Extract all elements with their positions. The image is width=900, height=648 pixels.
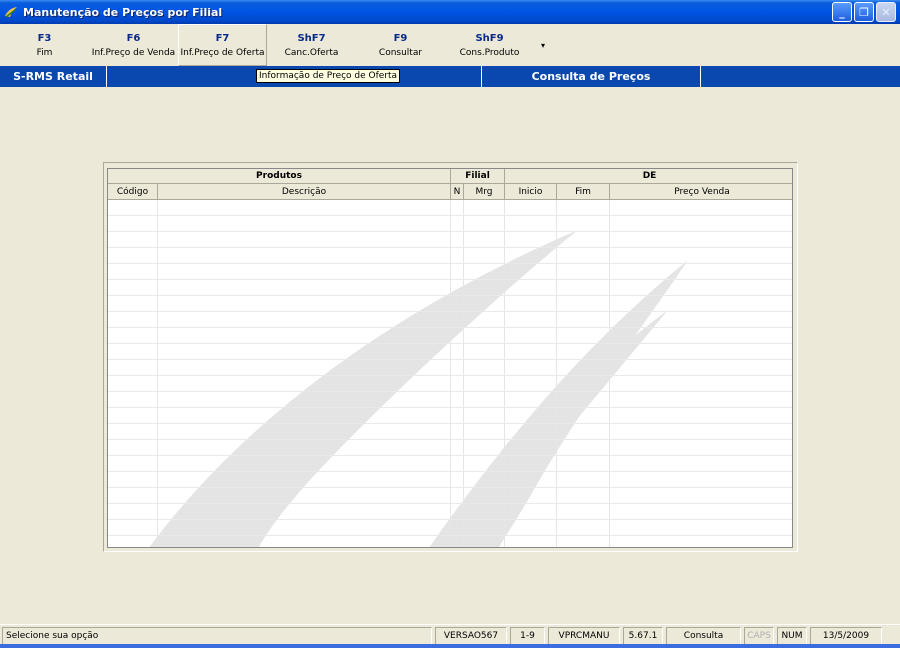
table-row [108, 375, 792, 376]
canc-oferta-key: ShF7 [297, 32, 326, 44]
fim-label: Fim [36, 47, 53, 58]
inf-preco-venda-label: Inf.Preço de Venda [91, 47, 176, 58]
group-header-de: DE [505, 169, 792, 184]
table-row [108, 327, 792, 328]
table-row [108, 519, 792, 520]
table-row [108, 535, 792, 536]
table-row [108, 391, 792, 392]
status-date: 13/5/2009 [810, 627, 882, 645]
restore-icon: ❐ [859, 5, 869, 19]
table-row [108, 215, 792, 216]
section-label: Consulta de Preços [482, 66, 701, 87]
group-header-produtos: Produtos [108, 169, 451, 184]
column-header-fim[interactable]: Fim [557, 184, 610, 200]
grid-rows [108, 200, 792, 547]
table-row [108, 295, 792, 296]
fim-key: F3 [37, 32, 52, 44]
group-header-filial: Filial [451, 169, 505, 184]
status-caps: CAPS [744, 627, 774, 645]
context-bar: S-RMS Retail Consulta de Preços [0, 66, 900, 87]
table-row [108, 471, 792, 472]
status-version: VERSAO567 [435, 627, 507, 645]
table-row [108, 439, 792, 440]
table-row [108, 247, 792, 248]
brand-label: S-RMS Retail [0, 66, 107, 87]
table-row [108, 279, 792, 280]
section-text: Consulta de Preços [531, 70, 651, 83]
toolbar-more-button[interactable]: ▾ [534, 24, 552, 66]
status-program: VPRCMANU [548, 627, 620, 645]
close-icon: ✕ [881, 5, 891, 19]
column-header-mrg[interactable]: Mrg [464, 184, 505, 200]
column-header-n[interactable]: N [451, 184, 464, 200]
brand-text: S-RMS Retail [13, 70, 93, 83]
close-button[interactable]: ✕ [876, 2, 896, 22]
table-row [108, 455, 792, 456]
inf-preco-oferta-button[interactable]: F7 Inf.Preço de Oferta [178, 24, 267, 66]
window-controls: _ ❐ ✕ [832, 2, 896, 22]
table-row [108, 503, 792, 504]
table-row [108, 487, 792, 488]
cons-produto-key: ShF9 [475, 32, 504, 44]
inf-preco-oferta-key: F7 [215, 32, 230, 44]
status-build: 5.67.1 [623, 627, 663, 645]
window-title: Manutenção de Preços por Filial [23, 5, 223, 19]
minimize-icon: _ [839, 5, 845, 19]
status-mode: Consulta [666, 627, 741, 645]
table-row [108, 231, 792, 232]
fim-button[interactable]: F3 Fim [0, 24, 89, 66]
function-toolbar: F3 Fim F6 Inf.Preço de Venda F7 Inf.Preç… [0, 24, 900, 66]
restore-button[interactable]: ❐ [854, 2, 874, 22]
price-grid[interactable]: Produtos Filial DE Código Descrição N Mr… [107, 168, 793, 548]
consultar-button[interactable]: F9 Consultar [356, 24, 445, 66]
table-row [108, 407, 792, 408]
status-page: 1-9 [510, 627, 545, 645]
inf-preco-venda-button[interactable]: F6 Inf.Preço de Venda [89, 24, 178, 66]
table-row [108, 359, 792, 360]
canc-oferta-label: Canc.Oferta [284, 47, 339, 58]
taskbar-edge [0, 644, 900, 648]
canc-oferta-button[interactable]: ShF7 Canc.Oferta [267, 24, 356, 66]
tooltip: Informação de Preço de Oferta [256, 69, 401, 83]
column-header-codigo[interactable]: Código [108, 184, 158, 200]
cons-produto-label: Cons.Produto [459, 47, 520, 58]
status-num: NUM [777, 627, 807, 645]
consultar-key: F9 [393, 32, 408, 44]
consultar-label: Consultar [378, 47, 423, 58]
column-header-preco-venda[interactable]: Preço Venda [610, 184, 792, 200]
title-bar: Manutenção de Preços por Filial _ ❐ ✕ [0, 0, 900, 24]
status-message: Selecione sua opção [2, 627, 432, 645]
cons-produto-button[interactable]: ShF9 Cons.Produto [445, 24, 534, 66]
column-header-inicio[interactable]: Inicio [505, 184, 557, 200]
table-row [108, 263, 792, 264]
inf-preco-venda-key: F6 [126, 32, 141, 44]
app-icon [3, 4, 19, 20]
inf-preco-oferta-label: Inf.Preço de Oferta [180, 47, 265, 58]
table-row [108, 423, 792, 424]
column-header-descricao[interactable]: Descrição [158, 184, 451, 200]
table-row [108, 311, 792, 312]
table-row [108, 343, 792, 344]
chevron-down-icon: ▾ [540, 40, 545, 50]
minimize-button[interactable]: _ [832, 2, 852, 22]
